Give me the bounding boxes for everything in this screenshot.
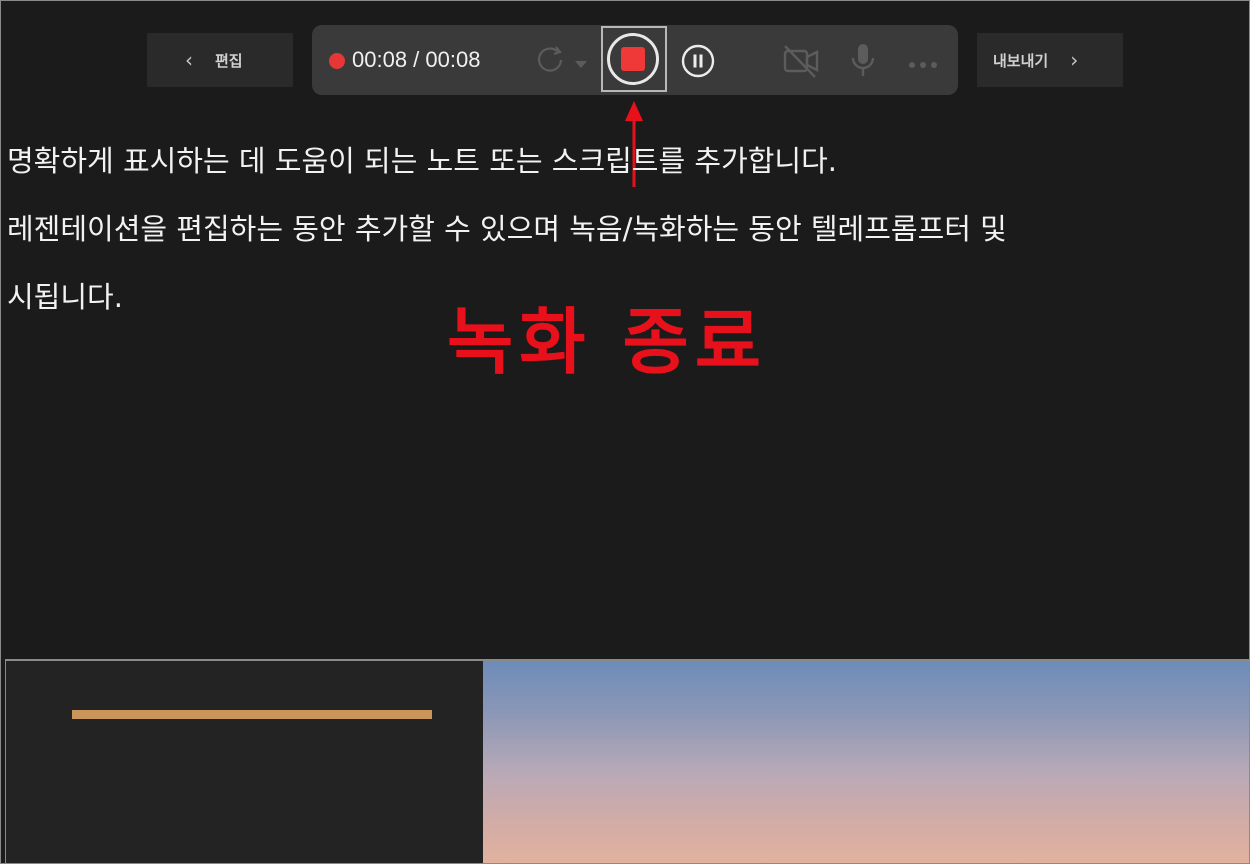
stop-recording-button[interactable] [607,33,659,85]
export-button[interactable]: 내보내기 › [977,33,1123,87]
stop-icon [621,47,645,71]
slide-dark-panel [6,661,483,863]
microphone-icon[interactable] [849,42,877,84]
more-icon[interactable] [907,55,939,74]
slide-accent-bar [72,710,432,719]
recording-timer: 00:08 / 00:08 [352,47,481,72]
slide-sky-image [483,661,1249,863]
notes-line: 명확하게 표시하는 데 도움이 되는 노트 또는 스크립트를 추가합니다. [7,144,838,178]
back-label: 편집 [215,51,243,70]
back-to-edit-button[interactable]: ‹ 편집 [147,33,293,87]
notes-line: 레젠테이션을 편집하는 동안 추가할 수 있으며 녹음/녹화하는 동안 텔레프롬… [7,212,1007,246]
recording-window: ‹ 편집 00:08 / 00:08 내보내기 › 명확하게 표시하는 데 도움… [0,0,1250,864]
retake-icon[interactable] [534,43,568,81]
stop-recording-annotation: 녹화 종료 [447,300,768,384]
chevron-right-icon: › [1070,48,1079,72]
recording-dot-icon [329,53,345,69]
pause-icon[interactable] [681,44,715,82]
camera-off-icon[interactable] [781,43,821,83]
slide-preview [5,659,1249,863]
export-label: 내보내기 [993,51,1049,70]
chevron-left-icon: ‹ [185,48,193,72]
recording-toolbar: 00:08 / 00:08 [312,25,958,95]
dropdown-icon[interactable] [574,55,588,74]
